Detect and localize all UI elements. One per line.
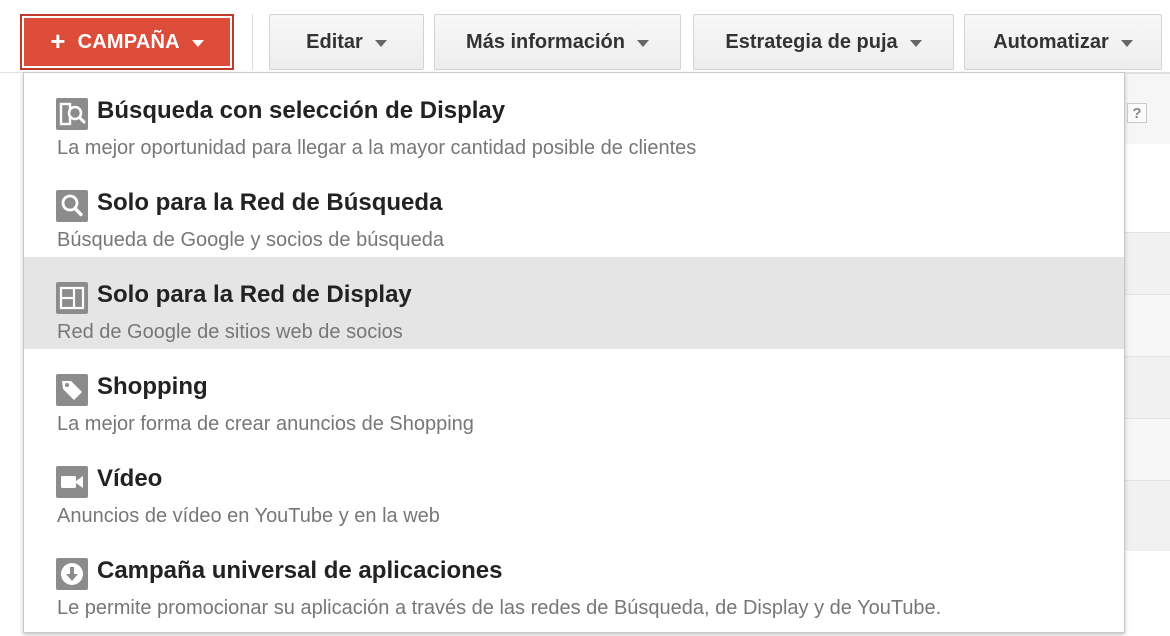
help-icon[interactable]: ? [1127,103,1147,123]
menu-item-search-network[interactable]: Solo para la Red de Búsqueda Búsqueda de… [24,165,1124,257]
plus-icon: + [50,25,66,56]
menu-item-description: Red de Google de sitios web de socios [57,321,403,343]
menu-item-title: Solo para la Red de Búsqueda [97,189,443,216]
menu-item-title: Búsqueda con selección de Display [97,97,506,124]
automate-button-label: Automatizar [993,30,1109,53]
menu-item-description: La mejor oportunidad para llegar a la ma… [57,137,697,159]
background-row [1125,480,1170,551]
download-circle-icon [56,558,88,590]
caret-down-icon [636,40,649,47]
search-icon [56,190,88,222]
tag-icon [56,374,88,406]
caret-down-icon [191,40,204,47]
menu-item-video[interactable]: Vídeo Anuncios de vídeo en YouTube y en … [24,441,1124,533]
bid-strategy-button[interactable]: Estrategia de puja [693,14,954,70]
menu-item-search-with-display[interactable]: Búsqueda con selección de Display La mej… [24,73,1124,165]
background-row [1125,356,1170,419]
search-display-icon [56,98,88,130]
caret-down-icon [374,40,387,47]
menu-item-shopping[interactable]: Shopping La mejor forma de crear anuncio… [24,349,1124,441]
menu-item-description: Anuncios de vídeo en YouTube y en la web [57,505,440,527]
edit-button-label: Editar [306,30,363,53]
background-row [1125,294,1170,357]
automate-button[interactable]: Automatizar [964,14,1162,70]
background-row [1125,418,1170,481]
menu-item-description: Le permite promocionar su aplicación a t… [57,597,942,619]
bid-strategy-button-label: Estrategia de puja [725,30,898,53]
campaign-button[interactable]: + CAMPAÑA [20,14,234,70]
video-camera-icon [56,466,88,498]
menu-item-description: Búsqueda de Google y socios de búsqueda [57,229,444,251]
menu-item-title: Solo para la Red de Display [97,281,412,308]
more-info-button-label: Más información [466,30,625,53]
background-row [1125,232,1170,295]
menu-item-title: Vídeo [97,465,163,492]
menu-item-title: Shopping [97,373,208,400]
campaign-type-dropdown: Búsqueda con selección de Display La mej… [23,72,1125,633]
campaign-button-label: CAMPAÑA [77,30,180,53]
toolbar-separator [252,14,253,70]
menu-item-description: La mejor forma de crear anuncios de Shop… [57,413,474,435]
more-info-button[interactable]: Más información [434,14,681,70]
caret-down-icon [909,40,922,47]
caret-down-icon [1120,40,1133,47]
display-layout-icon [56,282,88,314]
menu-item-title: Campaña universal de aplicaciones [97,557,503,584]
edit-button[interactable]: Editar [269,14,424,70]
menu-item-display-network[interactable]: Solo para la Red de Display Red de Googl… [24,257,1124,349]
menu-item-universal-app[interactable]: Campaña universal de aplicaciones Le per… [24,533,1124,625]
